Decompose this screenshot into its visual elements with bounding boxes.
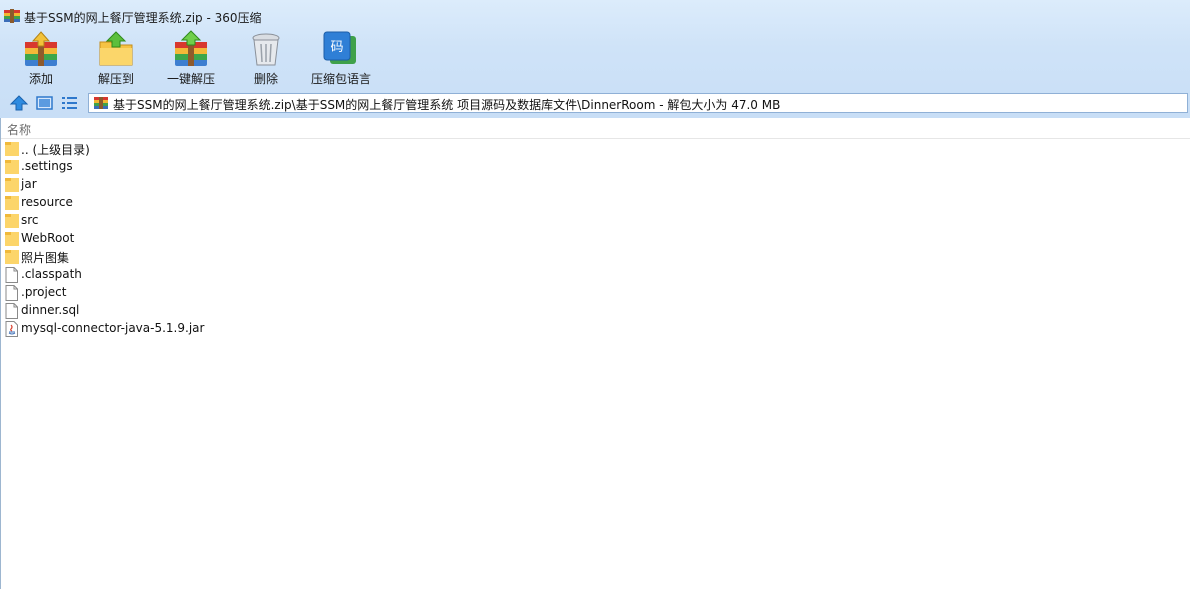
file-list: 名称 .. (上级目录) .settings jar resource src xyxy=(0,118,1190,589)
folder-icon xyxy=(5,249,19,265)
file-icon xyxy=(5,267,19,283)
list-item[interactable]: WebRoot xyxy=(1,230,1190,248)
file-icon xyxy=(5,285,19,301)
folder-icon xyxy=(5,177,19,193)
java-jar-icon xyxy=(5,321,19,337)
archive-language-label: 压缩包语言 xyxy=(310,72,371,86)
archive-icon xyxy=(94,97,108,109)
extract-to-button[interactable]: 解压到 xyxy=(91,30,141,88)
thumbnail-view-icon[interactable] xyxy=(35,94,55,112)
list-item[interactable]: .settings xyxy=(1,158,1190,176)
add-archive-icon xyxy=(22,30,60,68)
list-item[interactable]: src xyxy=(1,212,1190,230)
list-item[interactable]: dinner.sql xyxy=(1,302,1190,320)
encoding-icon-text: 码 xyxy=(330,40,343,55)
file-name: .classpath xyxy=(21,267,82,281)
file-name: dinner.sql xyxy=(21,303,80,317)
up-arrow-icon[interactable] xyxy=(9,94,29,112)
one-click-extract-label: 一键解压 xyxy=(166,72,215,86)
trash-icon xyxy=(247,30,285,68)
file-icon xyxy=(5,303,19,319)
file-name: WebRoot xyxy=(21,231,75,245)
list-item[interactable]: mysql-connector-java-5.1.9.jar xyxy=(1,320,1190,338)
list-item-parent-directory[interactable]: .. (上级目录) xyxy=(1,140,1190,158)
one-click-extract-button[interactable]: 一键解压 xyxy=(164,30,218,88)
column-name-header[interactable]: 名称 xyxy=(7,121,31,138)
delete-label: 删除 xyxy=(253,72,278,86)
address-bar[interactable]: 基于SSM的网上餐厅管理系统.zip\基于SSM的网上餐厅管理系统 项目源码及数… xyxy=(88,93,1188,113)
address-row: 基于SSM的网上餐厅管理系统.zip\基于SSM的网上餐厅管理系统 项目源码及数… xyxy=(0,90,1190,116)
folder-icon xyxy=(5,159,19,175)
window-chrome: 基于SSM的网上餐厅管理系统.zip - 360压缩 添加 解压到 一键解压 删… xyxy=(0,0,1190,118)
folder-icon xyxy=(5,231,19,247)
archive-icon xyxy=(4,9,20,23)
file-name: .project xyxy=(21,285,67,299)
column-header: 名称 xyxy=(1,118,1190,139)
add-label: 添加 xyxy=(28,72,53,86)
file-name: src xyxy=(21,213,39,227)
file-rows: .. (上级目录) .settings jar resource src Web… xyxy=(1,140,1190,338)
extract-to-icon xyxy=(97,30,135,68)
file-name: .. (上级目录) xyxy=(21,143,90,157)
encoding-icon: 码 xyxy=(321,30,359,68)
folder-icon xyxy=(5,213,19,229)
folder-icon xyxy=(5,141,19,157)
folder-icon xyxy=(5,195,19,211)
window-title: 基于SSM的网上餐厅管理系统.zip - 360压缩 xyxy=(24,11,262,25)
archive-language-button[interactable]: 码 压缩包语言 xyxy=(309,30,373,88)
file-name: 照片图集 xyxy=(21,251,70,265)
app-window: 基于SSM的网上餐厅管理系统.zip - 360压缩 添加 解压到 一键解压 删… xyxy=(0,0,1190,589)
one-click-extract-icon xyxy=(172,30,210,68)
list-item[interactable]: .project xyxy=(1,284,1190,302)
list-view-icon[interactable] xyxy=(60,94,80,112)
title-bar: 基于SSM的网上餐厅管理系统.zip - 360压缩 xyxy=(0,0,1190,30)
add-button[interactable]: 添加 xyxy=(16,30,66,88)
list-item[interactable]: jar xyxy=(1,176,1190,194)
list-item[interactable]: 照片图集 xyxy=(1,248,1190,266)
extract-to-label: 解压到 xyxy=(97,72,134,86)
list-item[interactable]: resource xyxy=(1,194,1190,212)
file-name: jar xyxy=(21,177,37,191)
file-name: resource xyxy=(21,195,73,209)
file-name: .settings xyxy=(21,159,73,173)
delete-button[interactable]: 删除 xyxy=(243,30,289,88)
file-name: mysql-connector-java-5.1.9.jar xyxy=(21,321,205,335)
toolbar: 添加 解压到 一键解压 删除 码 压缩包语言 xyxy=(0,30,1190,88)
list-item[interactable]: .classpath xyxy=(1,266,1190,284)
address-path: 基于SSM的网上餐厅管理系统.zip\基于SSM的网上餐厅管理系统 项目源码及数… xyxy=(113,98,781,112)
